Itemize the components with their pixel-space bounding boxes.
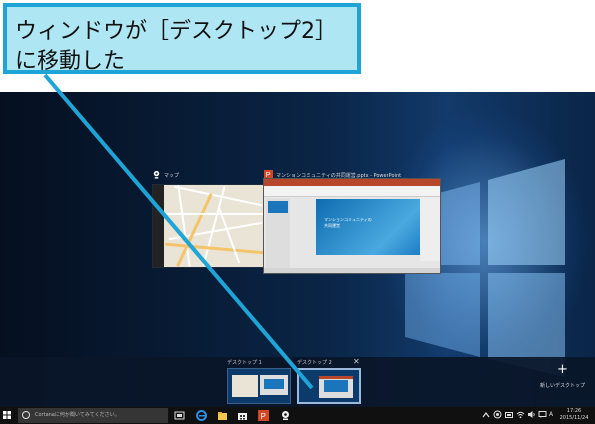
desktop-1-label: デスクトップ 1 [227, 360, 262, 366]
taskbar-clock[interactable]: 17:26 2015/11/24 [557, 408, 591, 422]
desktop-screen: マップ P マンションコミュニティの共同運営.pptx - PowerPoint… [0, 92, 595, 424]
edge-browser-icon[interactable] [196, 410, 207, 421]
window-title-maps[interactable]: マップ [164, 172, 179, 179]
record-icon[interactable] [493, 410, 502, 419]
window-thumbnail-powerpoint[interactable]: マンションコミュニティの 共同運営 [263, 178, 441, 274]
desktop-2-label: デスクトップ 2 [297, 360, 332, 366]
battery-icon[interactable] [505, 411, 514, 419]
taskbar: Cortanaに何か聞いてみてください。 P A 17:26 2015/11/2… [0, 407, 595, 424]
virtual-desktops-strip: デスクトップ 1 デスクトップ 2 ✕ + 新しいデスクトップ [0, 357, 595, 407]
desktop-2-thumbnail[interactable] [297, 368, 361, 404]
powerpoint-taskbar-icon[interactable]: P [258, 410, 269, 421]
callout-text-line1: ウィンドウが［デスクトップ2］ [15, 19, 337, 44]
slide-preview: マンションコミュニティの 共同運営 [316, 199, 420, 255]
callout-text-line2: に移動した [15, 49, 126, 74]
clock-date: 2015/11/24 [559, 415, 589, 421]
cortana-search-box[interactable]: Cortanaに何か聞いてみてください。 [18, 408, 168, 423]
search-placeholder: Cortanaに何か聞いてみてください。 [35, 412, 120, 418]
desktop-1-thumbnail[interactable] [227, 368, 291, 404]
chevron-up-icon[interactable] [482, 411, 490, 419]
windows-start-icon[interactable] [3, 411, 11, 419]
maps-taskbar-icon[interactable] [280, 410, 291, 421]
task-view-icon[interactable] [174, 410, 185, 421]
window-thumbnail-maps[interactable] [152, 184, 266, 268]
wifi-icon[interactable] [516, 410, 525, 419]
callout-box: ウィンドウが［デスクトップ2］ に移動した [3, 3, 361, 74]
new-desktop-label[interactable]: 新しいデスクトップ [540, 382, 585, 389]
desktop-2-close-button[interactable]: ✕ [353, 357, 360, 366]
cortana-icon [22, 411, 30, 419]
volume-icon[interactable] [527, 410, 536, 419]
slide-subtitle: 共同運営 [324, 223, 340, 228]
ime-indicator[interactable]: A [549, 411, 553, 418]
maps-icon [153, 170, 160, 179]
store-icon[interactable] [237, 410, 248, 421]
file-explorer-icon[interactable] [217, 410, 228, 421]
new-desktop-button[interactable]: + [557, 362, 568, 377]
message-icon[interactable] [538, 410, 547, 419]
clock-time: 17:26 [566, 408, 582, 414]
svg-text:P: P [261, 412, 266, 421]
